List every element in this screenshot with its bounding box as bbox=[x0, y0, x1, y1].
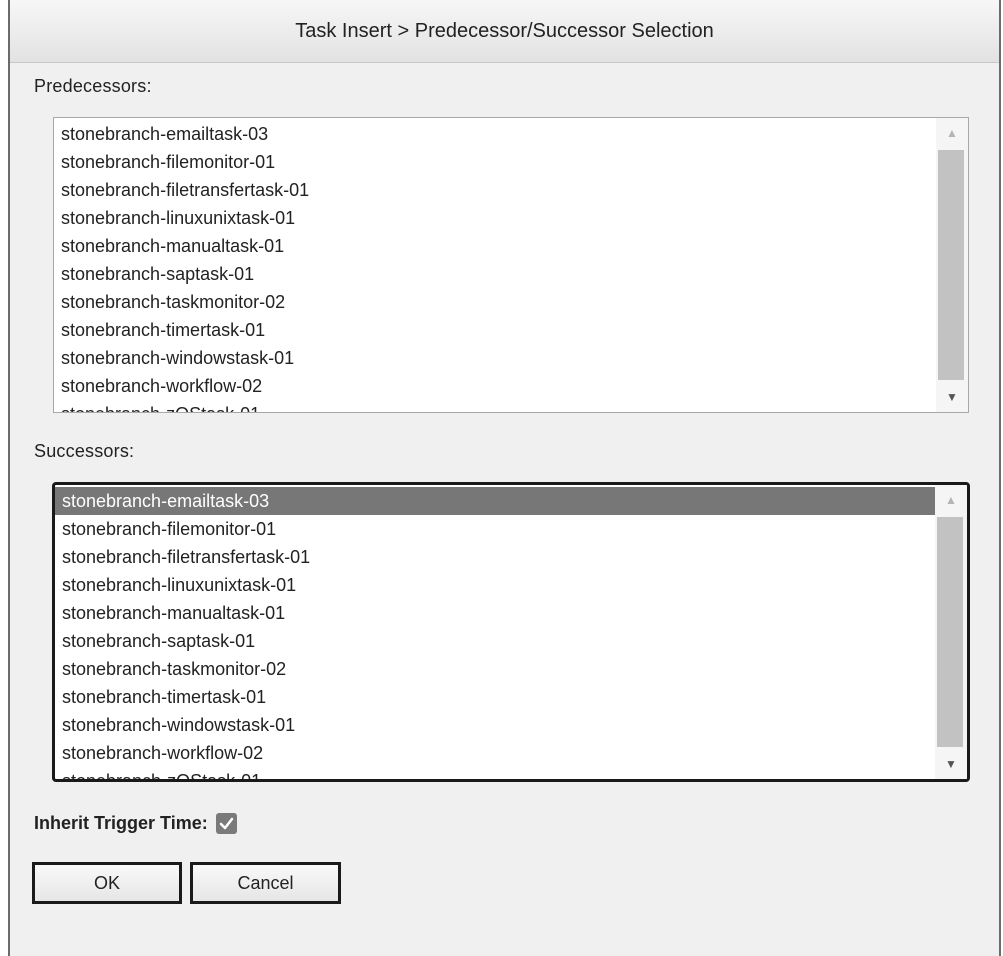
dialog-title: Task Insert > Predecessor/Successor Sele… bbox=[295, 19, 714, 42]
task-insert-dialog: Task Insert > Predecessor/Successor Sele… bbox=[8, 0, 1001, 956]
predecessors-listbox[interactable]: stonebranch-emailtask-03 stonebranch-file… bbox=[53, 117, 969, 413]
list-item[interactable]: stonebranch-workflow-02 bbox=[54, 372, 936, 400]
cancel-button[interactable]: Cancel bbox=[190, 862, 341, 904]
list-item[interactable]: stonebranch-filetransfertask-01 bbox=[54, 176, 936, 204]
checkmark-icon bbox=[219, 817, 233, 830]
list-item[interactable]: stonebranch-linuxunixtask-01 bbox=[55, 571, 935, 599]
list-item[interactable]: stonebranch-taskmonitor-02 bbox=[54, 288, 936, 316]
successors-list: stonebranch-emailtask-03 stonebranch-file… bbox=[55, 485, 935, 779]
list-item[interactable]: stonebranch-filetransfertask-01 bbox=[55, 543, 935, 571]
scroll-down-icon[interactable]: ▼ bbox=[935, 749, 967, 779]
successors-listbox[interactable]: stonebranch-emailtask-03 stonebranch-file… bbox=[52, 482, 970, 782]
list-item[interactable]: stonebranch-timertask-01 bbox=[54, 316, 936, 344]
list-item[interactable]: stonebranch-emailtask-03 bbox=[55, 487, 935, 515]
scroll-up-icon[interactable]: ▲ bbox=[936, 118, 968, 148]
predecessors-list: stonebranch-emailtask-03 stonebranch-file… bbox=[54, 118, 936, 412]
list-item[interactable]: stonebranch-filemonitor-01 bbox=[54, 148, 936, 176]
predecessors-scrollbar[interactable]: ▲ ▼ bbox=[936, 118, 968, 412]
successors-label: Successors: bbox=[34, 441, 135, 461]
list-item[interactable]: stonebranch-windowstask-01 bbox=[54, 344, 936, 372]
scroll-thumb[interactable] bbox=[937, 517, 963, 747]
scroll-down-icon[interactable]: ▼ bbox=[936, 382, 968, 412]
list-item[interactable]: stonebranch-emailtask-03 bbox=[54, 120, 936, 148]
list-item[interactable]: stonebranch-zOStask-01 bbox=[55, 767, 935, 779]
list-item[interactable]: stonebranch-linuxunixtask-01 bbox=[54, 204, 936, 232]
scroll-up-icon[interactable]: ▲ bbox=[935, 485, 967, 515]
inherit-trigger-time-checkbox[interactable] bbox=[215, 813, 237, 834]
predecessors-label: Predecessors: bbox=[34, 76, 152, 96]
list-item[interactable]: stonebranch-filemonitor-01 bbox=[55, 515, 935, 543]
list-item[interactable]: stonebranch-manualtask-01 bbox=[54, 232, 936, 260]
list-item[interactable]: stonebranch-timertask-01 bbox=[55, 683, 935, 711]
ok-button[interactable]: OK bbox=[32, 862, 182, 904]
inherit-trigger-time-row: Inherit Trigger Time: bbox=[34, 813, 237, 834]
list-item[interactable]: stonebranch-saptask-01 bbox=[55, 627, 935, 655]
inherit-trigger-time-label: Inherit Trigger Time: bbox=[34, 813, 208, 833]
successors-scrollbar[interactable]: ▲ ▼ bbox=[935, 485, 967, 779]
list-item[interactable]: stonebranch-workflow-02 bbox=[55, 739, 935, 767]
list-item[interactable]: stonebranch-taskmonitor-02 bbox=[55, 655, 935, 683]
list-item[interactable]: stonebranch-windowstask-01 bbox=[55, 711, 935, 739]
dialog-title-bar[interactable]: Task Insert > Predecessor/Successor Sele… bbox=[10, 0, 999, 63]
list-item[interactable]: stonebranch-manualtask-01 bbox=[55, 599, 935, 627]
list-item[interactable]: stonebranch-saptask-01 bbox=[54, 260, 936, 288]
scroll-thumb[interactable] bbox=[938, 150, 964, 380]
list-item[interactable]: stonebranch-zOStask-01 bbox=[54, 400, 936, 412]
